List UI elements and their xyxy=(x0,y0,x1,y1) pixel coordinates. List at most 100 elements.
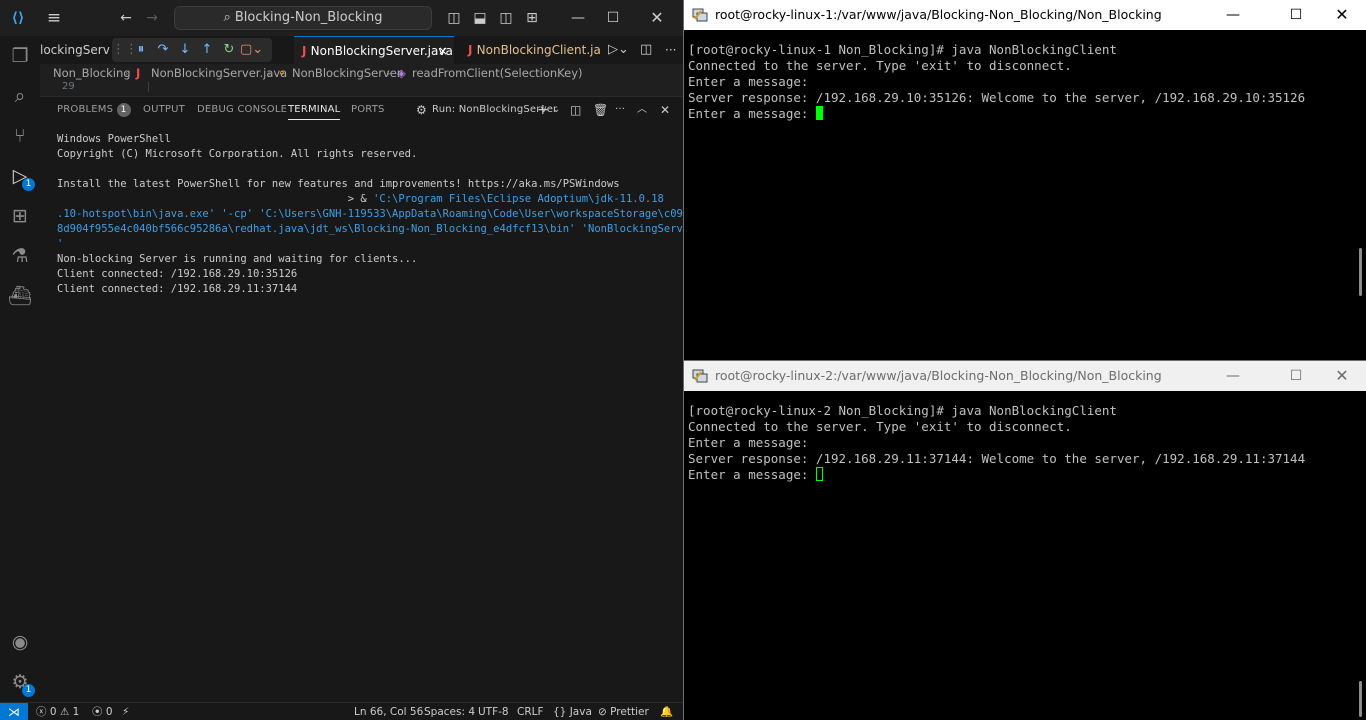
java-file-icon: J xyxy=(136,66,141,80)
extensions-icon[interactable]: ⊞ xyxy=(0,196,40,236)
remote-indicator-icon[interactable]: ⋊ xyxy=(0,703,28,720)
more-actions-icon[interactable]: ··· xyxy=(657,36,681,64)
trash-icon[interactable]: 🗑 xyxy=(593,97,608,123)
terminal-line: .10-hotspot\bin\java.exe' '-cp' 'C:\User… xyxy=(57,207,683,222)
scroll-thumb[interactable] xyxy=(1359,681,1362,717)
minimize-icon[interactable]: — xyxy=(566,0,590,36)
close-icon[interactable]: ✕ xyxy=(645,0,669,36)
tab-blocking-server[interactable]: lockingServer.j xyxy=(40,36,110,64)
step-out-icon[interactable]: ↑ xyxy=(196,38,218,62)
menu-icon[interactable]: ≡ xyxy=(42,0,66,36)
putty-terminal-1[interactable]: [root@rocky-linux-1 Non_Blocking]# java … xyxy=(688,42,1305,122)
customize-layout-icon[interactable]: ⊞ xyxy=(522,0,542,36)
language-mode[interactable]: {} Java xyxy=(553,703,592,720)
minimize-icon[interactable]: — xyxy=(1210,361,1256,391)
breadcrumb-method[interactable]: readFromClient(SelectionKey) xyxy=(412,64,583,82)
tab-nonblocking-server[interactable]: J NonBlockingServer.java × xyxy=(294,36,454,64)
tab-terminal[interactable]: TERMINAL xyxy=(288,97,341,120)
restart-icon[interactable]: ↻ xyxy=(218,38,240,62)
close-icon[interactable]: ✕ xyxy=(1319,361,1365,391)
terminal-text: Copyright (C) Microsoft Corporation. All… xyxy=(57,148,418,160)
maximize-icon[interactable]: ☐ xyxy=(1273,0,1319,30)
docker-icon[interactable]: ⛴ xyxy=(0,276,40,316)
stop-icon[interactable]: ▢⌄ xyxy=(240,38,263,62)
debug-status-icon[interactable]: ⚡ xyxy=(122,703,129,720)
run-debug-icon[interactable]: ▷ 1 xyxy=(0,156,40,196)
putty-scrollbar-1[interactable] xyxy=(1352,30,1366,360)
terminal-line: 8d904f955e4c040bf566c95286a\redhat.java\… xyxy=(57,222,683,237)
close-panel-icon[interactable]: ✕ xyxy=(660,97,670,123)
settings-gear-icon[interactable]: ⚙ 1 xyxy=(0,662,40,702)
maximize-icon[interactable]: ☐ xyxy=(1273,361,1319,391)
indentation[interactable]: Spaces: 4 xyxy=(424,703,475,720)
tab-ports[interactable]: PORTS xyxy=(351,97,385,123)
tab-label: NonBlockingServer.java xyxy=(310,44,453,58)
problems-status[interactable]: ⓧ 0 ⚠ 1 xyxy=(36,703,79,720)
prettier-label: Prettier xyxy=(610,706,649,718)
forward-arrow-icon[interactable]: → xyxy=(140,0,164,36)
step-over-icon[interactable]: ↷ xyxy=(152,38,174,62)
cursor-position[interactable]: Ln 66, Col 56 xyxy=(354,703,423,720)
tab-debug-console[interactable]: DEBUG CONSOLE xyxy=(197,97,287,123)
split-editor-icon[interactable]: ◫ xyxy=(632,36,656,64)
account-icon[interactable]: ◉ xyxy=(0,622,40,662)
notifications-bell-icon[interactable]: 🔔 xyxy=(660,703,673,720)
more-icon[interactable]: ··· xyxy=(615,97,625,123)
run-file-icon[interactable]: ▷⌄ xyxy=(600,36,630,64)
scroll-thumb[interactable] xyxy=(1359,248,1362,296)
maximize-icon[interactable]: ☐ xyxy=(601,0,625,36)
prettier-status[interactable]: ⊘ Prettier xyxy=(598,703,649,720)
putty-line-text: Connected to the server. Type 'exit' to … xyxy=(688,58,1072,73)
ports-status[interactable]: ⦿ 0 xyxy=(92,703,113,720)
putty-line: Enter a message: xyxy=(688,435,1305,451)
debug-toolbar: ⋮⋮ ⏸ ↷ ↓ ↑ ↻ ▢⌄ xyxy=(112,38,272,62)
terminal-line: Windows PowerShell xyxy=(57,132,677,147)
tab-close-icon[interactable]: × xyxy=(438,37,448,64)
terminal-output[interactable]: Windows PowerShell Copyright (C) Microsof… xyxy=(57,132,683,297)
encoding[interactable]: UTF-8 xyxy=(478,703,509,720)
toggle-primary-sidebar-icon[interactable]: ◫ xyxy=(444,0,464,36)
source-control-icon[interactable]: ⑂ xyxy=(0,116,40,156)
putty-line: Enter a message: xyxy=(688,74,1305,90)
terminal-line: Non-blocking Server is running and waiti… xyxy=(57,252,677,267)
new-terminal-icon[interactable]: + xyxy=(537,97,549,123)
class-icon: ⚬ xyxy=(277,66,287,80)
maximize-panel-icon[interactable]: ︿ xyxy=(637,97,647,123)
putty-line-text: Enter a message: xyxy=(688,74,809,89)
putty-scrollbar-2[interactable] xyxy=(1352,391,1366,720)
back-arrow-icon[interactable]: ← xyxy=(114,0,138,36)
command-center-search[interactable]: ⌕ Blocking-Non_Blocking xyxy=(174,6,432,30)
tab-nonblocking-client[interactable]: J NonBlockingClient.java xyxy=(460,36,600,64)
pause-icon[interactable]: ⏸ xyxy=(130,38,152,62)
language-label: Java xyxy=(569,706,592,718)
step-into-icon[interactable]: ↓ xyxy=(174,38,196,62)
putty-titlebar-2[interactable]: root@rocky-linux-2:/var/www/java/Blockin… xyxy=(684,361,1366,391)
tab-problems[interactable]: PROBLEMS 1 xyxy=(57,97,131,123)
chevron-down-icon[interactable]: ⌄ xyxy=(552,97,561,123)
terminal-prompt: > & xyxy=(57,193,374,205)
tab-output[interactable]: OUTPUT xyxy=(143,97,185,123)
toggle-panel-icon[interactable]: ⬓ xyxy=(470,0,490,36)
toggle-secondary-sidebar-icon[interactable]: ◫ xyxy=(496,0,516,36)
line-ending[interactable]: CRLF xyxy=(517,703,544,720)
putty-terminal-2[interactable]: [root@rocky-linux-2 Non_Blocking]# java … xyxy=(688,403,1305,483)
split-terminal-icon[interactable]: ◫ xyxy=(570,97,582,123)
putty-titlebar-1[interactable]: root@rocky-linux-1:/var/www/java/Blockin… xyxy=(684,0,1366,30)
java-file-icon: J xyxy=(302,44,311,58)
putty-line: Enter a message: xyxy=(688,467,1305,483)
search-icon: ⌕ xyxy=(223,10,235,25)
minimize-icon[interactable]: — xyxy=(1210,0,1256,30)
command-center-label: Blocking-Non_Blocking xyxy=(234,10,383,25)
putty-title-2: root@rocky-linux-2:/var/www/java/Blockin… xyxy=(715,368,1162,383)
chevron-right-icon: › xyxy=(267,66,272,80)
breadcrumb-folder[interactable]: Non_Blocking xyxy=(53,64,131,82)
search-view-icon[interactable]: ⌕ xyxy=(0,76,40,116)
method-icon: ◈ xyxy=(397,66,406,80)
close-icon[interactable]: ✕ xyxy=(1319,0,1365,30)
line-number: 29 xyxy=(62,81,75,92)
putty-window-2: root@rocky-linux-2:/var/www/java/Blockin… xyxy=(683,360,1366,720)
explorer-icon[interactable]: ❐ xyxy=(0,36,40,76)
testing-icon[interactable]: ⚗ xyxy=(0,236,40,276)
problems-count-badge: 1 xyxy=(116,103,131,117)
